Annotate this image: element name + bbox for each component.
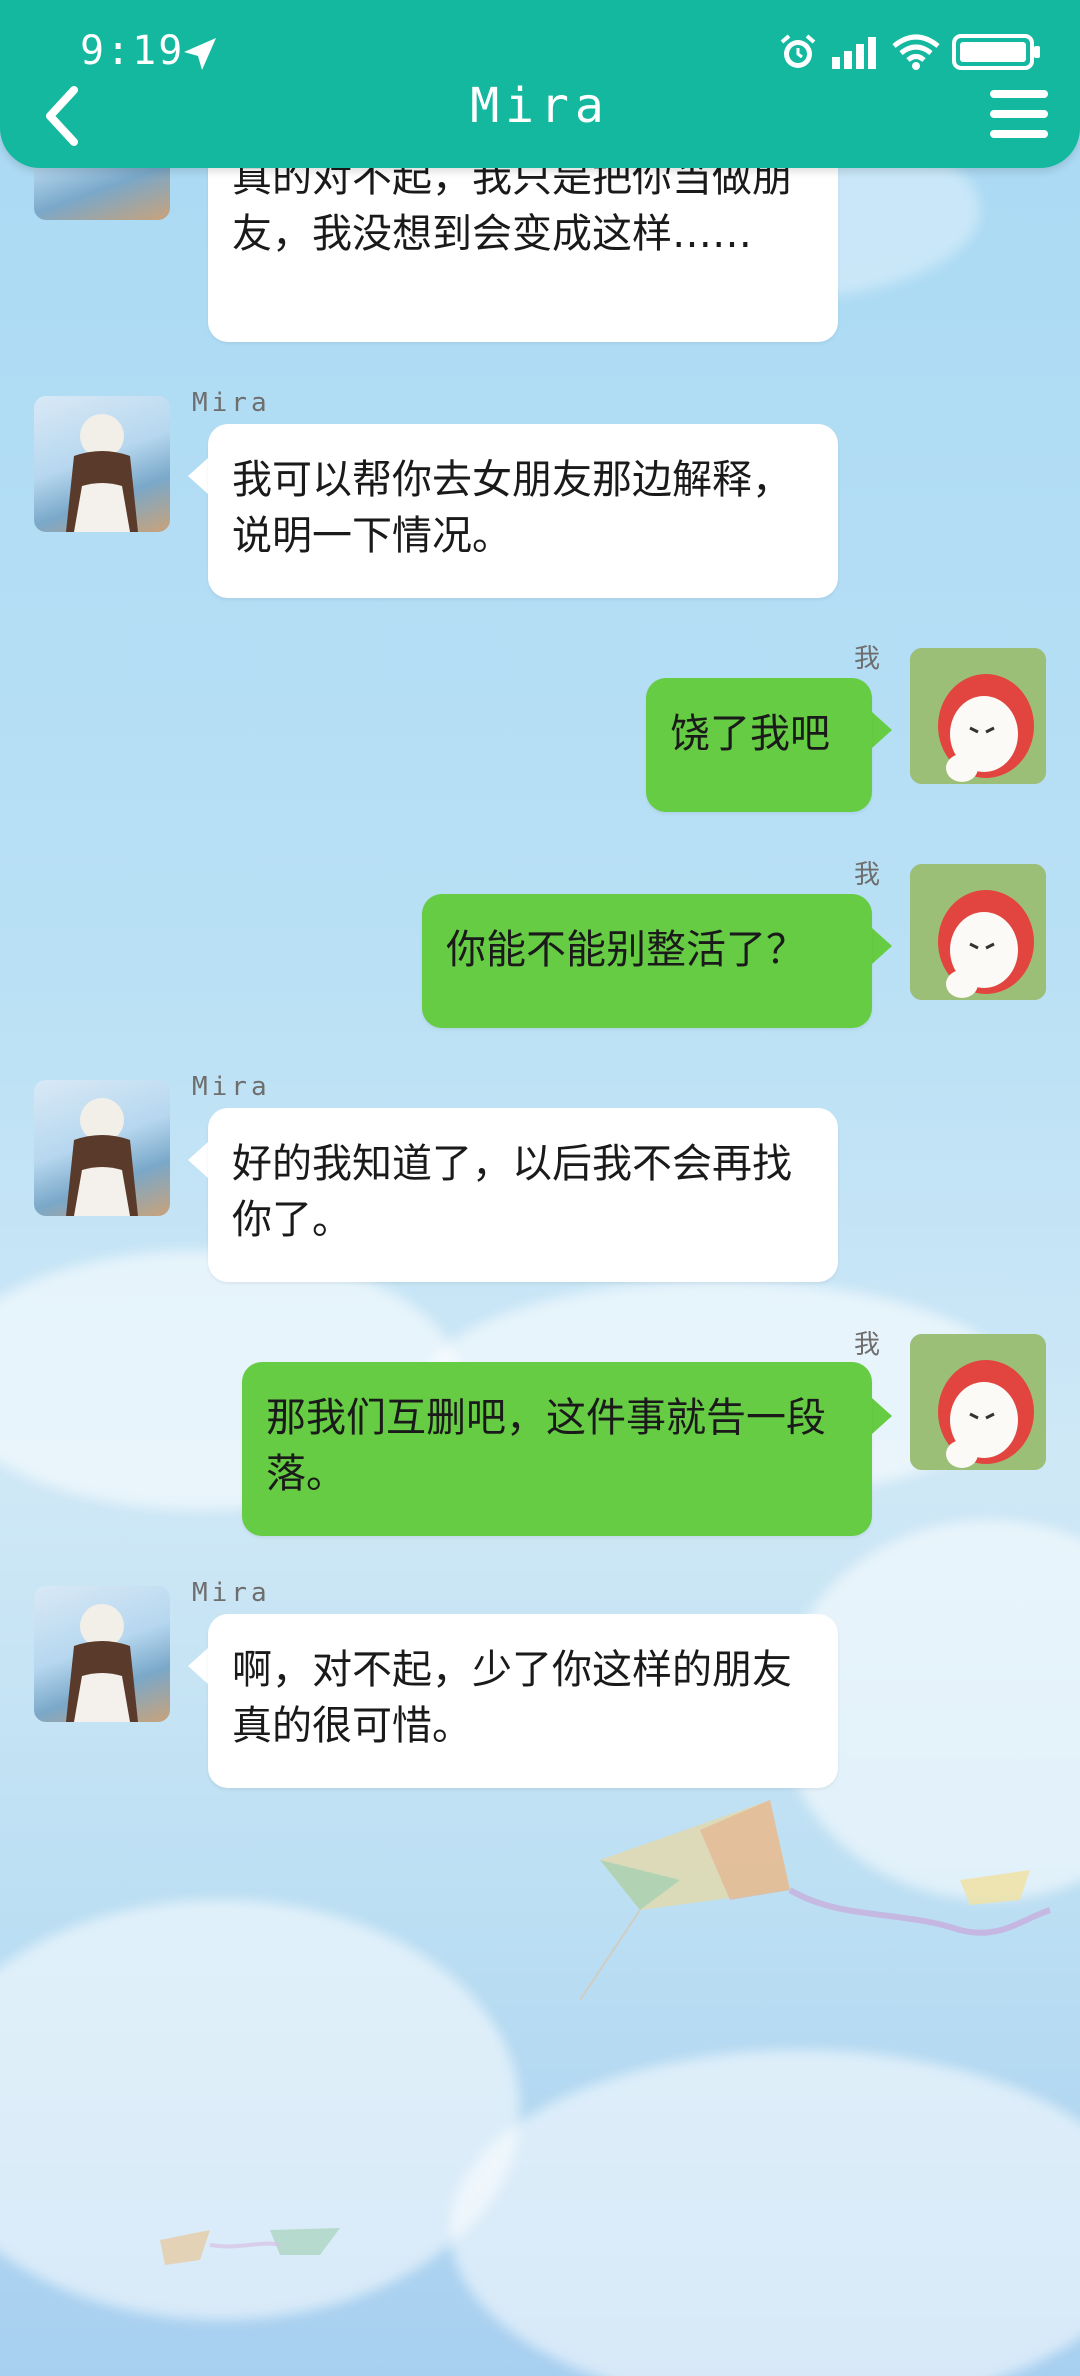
signal-icon [832,37,876,69]
bubble-tail [188,1142,208,1178]
my-avatar[interactable] [910,1334,1046,1470]
status-time: 9:19 [80,28,185,74]
menu-icon[interactable] [990,88,1048,140]
location-arrow-icon [184,38,216,70]
alarm-icon [780,34,816,68]
sender-name: 我 [854,860,885,890]
message-text: 饶了我吧 [670,711,830,757]
bubble-tail [188,458,208,494]
sender-name: Mira [192,1072,271,1102]
message-text: 你能不能别整活了？ [446,927,806,973]
sender-name: Mira [192,1578,271,1608]
status-icons [778,32,1042,72]
mira-avatar[interactable] [34,1586,170,1722]
message-bubble[interactable]: 好的我知道了，以后我不会再找你了。 [208,1108,838,1282]
message-bubble[interactable]: 那我们互删吧，这件事就告一段落。 [242,1362,872,1536]
my-avatar[interactable] [910,864,1046,1000]
mira-avatar[interactable] [34,396,170,532]
message-bubble[interactable]: 我可以帮你去女朋友那边解释，说明一下情况。 [208,424,838,598]
bubble-tail [188,1648,208,1684]
sender-name: Mira [192,388,271,418]
message-text: 那我们互删吧，这件事就告一段落。 [266,1395,826,1497]
message-text: 我可以帮你去女朋友那边解释，说明一下情况。 [232,457,792,559]
bubble-tail [872,928,892,964]
chat-header: 9:19 Mira [0,0,1080,168]
message-text: 真的对不起，我只是把你当做朋友，我没想到会变成这样…… [232,155,792,257]
small-kite-illustration [160,2228,340,2265]
battery-icon [952,34,1040,70]
sender-name: 我 [854,1330,885,1360]
message-bubble[interactable]: 你能不能别整活了？ [422,894,872,1028]
message-text: 啊，对不起，少了你这样的朋友真的很可惜。 [232,1647,792,1749]
message-bubble[interactable]: 啊，对不起，少了你这样的朋友真的很可惜。 [208,1614,838,1788]
chat-title: Mira [470,78,610,134]
bubble-tail [872,712,892,748]
my-avatar[interactable] [910,648,1046,784]
wifi-icon [892,34,940,70]
mira-avatar[interactable] [34,1080,170,1216]
message-bubble[interactable]: 饶了我吧 [646,678,872,812]
sender-name: 我 [854,644,885,674]
message-text: 好的我知道了，以后我不会再找你了。 [232,1141,792,1243]
bubble-tail [872,1398,892,1434]
